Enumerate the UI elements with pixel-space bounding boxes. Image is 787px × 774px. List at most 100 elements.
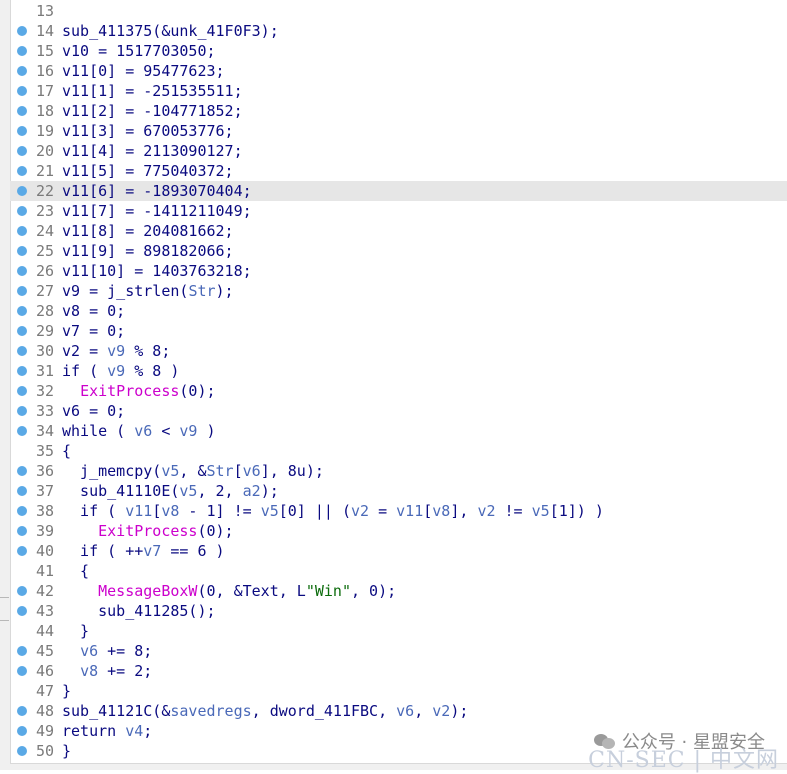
breakpoint-dot-icon[interactable] bbox=[17, 186, 27, 196]
code-line[interactable]: 44 } bbox=[10, 621, 787, 641]
breakpoint-dot-icon[interactable] bbox=[17, 286, 27, 296]
line-number: 41 bbox=[35, 562, 54, 580]
code-line[interactable]: 16 v11[0] = 95477623; bbox=[10, 61, 787, 81]
code-token: v11[8] = 204081662; bbox=[62, 222, 234, 240]
code-text: } bbox=[62, 741, 71, 761]
code-line[interactable]: 40 if ( ++v7 == 6 ) bbox=[10, 541, 787, 561]
breakpoint-dot-icon[interactable] bbox=[17, 366, 27, 376]
code-line[interactable]: 27 v9 = j_strlen(Str); bbox=[10, 281, 787, 301]
code-text: j_memcpy(v5, &Str[v6], 8u); bbox=[62, 461, 324, 481]
line-number: 39 bbox=[35, 522, 54, 540]
code-line[interactable]: 34 while ( v6 < v9 ) bbox=[10, 421, 787, 441]
code-line[interactable]: 26 v11[10] = 1403763218; bbox=[10, 261, 787, 281]
breakpoint-dot-icon[interactable] bbox=[17, 646, 27, 656]
breakpoint-dot-icon[interactable] bbox=[17, 306, 27, 316]
code-text: v10 = 1517703050; bbox=[62, 41, 216, 61]
code-line[interactable]: 32 ExitProcess(0); bbox=[10, 381, 787, 401]
breakpoint-dot-icon[interactable] bbox=[17, 26, 27, 36]
breakpoint-dot-icon[interactable] bbox=[17, 466, 27, 476]
code-line[interactable]: 46 v8 += 2; bbox=[10, 661, 787, 681]
code-text: v8 += 2; bbox=[62, 661, 152, 681]
breakpoint-dot-icon[interactable] bbox=[17, 226, 27, 236]
code-line[interactable]: 28 v8 = 0; bbox=[10, 301, 787, 321]
breakpoint-dot-icon[interactable] bbox=[17, 166, 27, 176]
code-text: } bbox=[62, 681, 71, 701]
code-line[interactable]: 18 v11[2] = -104771852; bbox=[10, 101, 787, 121]
code-token: Str bbox=[206, 462, 234, 480]
code-token: v9 bbox=[107, 362, 126, 380]
code-line[interactable]: 21 v11[5] = 775040372; bbox=[10, 161, 787, 181]
breakpoint-dot-icon[interactable] bbox=[17, 426, 27, 436]
breakpoint-dot-icon[interactable] bbox=[17, 46, 27, 56]
line-number: 46 bbox=[35, 662, 54, 680]
breakpoint-dot-icon[interactable] bbox=[17, 106, 27, 116]
splitter-mark bbox=[0, 620, 9, 621]
code-text: MessageBoxW(0, &Text, L"Win", 0); bbox=[62, 581, 396, 601]
code-line[interactable]: 35 { bbox=[10, 441, 787, 461]
breakpoint-dot-icon[interactable] bbox=[17, 326, 27, 336]
code-line[interactable]: 22 v11[6] = -1893070404; bbox=[10, 181, 787, 201]
breakpoint-dot-icon[interactable] bbox=[17, 346, 27, 356]
code-line[interactable]: 31 if ( v9 % 8 ) bbox=[10, 361, 787, 381]
breakpoint-dot-icon[interactable] bbox=[17, 746, 27, 756]
code-token: if ( bbox=[62, 362, 108, 380]
breakpoint-dot-icon[interactable] bbox=[17, 206, 27, 216]
code-line[interactable]: 15 v10 = 1517703050; bbox=[10, 41, 787, 61]
breakpoint-dot-icon[interactable] bbox=[17, 406, 27, 416]
breakpoint-dot-icon[interactable] bbox=[17, 486, 27, 496]
splitter-mark bbox=[0, 597, 9, 598]
code-text: v6 = 0; bbox=[62, 401, 125, 421]
code-line[interactable]: 17 v11[1] = -251535511; bbox=[10, 81, 787, 101]
breakpoint-dot-icon[interactable] bbox=[17, 86, 27, 96]
breakpoint-dot-icon[interactable] bbox=[17, 246, 27, 256]
code-line[interactable]: 47} bbox=[10, 681, 787, 701]
breakpoint-dot-icon[interactable] bbox=[17, 266, 27, 276]
code-line[interactable]: 33 v6 = 0; bbox=[10, 401, 787, 421]
breakpoint-dot-icon[interactable] bbox=[17, 666, 27, 676]
code-token: != bbox=[495, 502, 532, 520]
breakpoint-dot-icon[interactable] bbox=[17, 506, 27, 516]
breakpoint-dot-icon[interactable] bbox=[17, 66, 27, 76]
code-line[interactable]: 38 if ( v11[v8 - 1] != v5[0] || (v2 = v1… bbox=[10, 501, 787, 521]
code-line[interactable]: 23 v11[7] = -1411211049; bbox=[10, 201, 787, 221]
code-line[interactable]: 29 v7 = 0; bbox=[10, 321, 787, 341]
code-line[interactable]: 30 v2 = v9 % 8; bbox=[10, 341, 787, 361]
code-token: , 2, bbox=[197, 482, 243, 500]
code-line[interactable]: 45 v6 += 8; bbox=[10, 641, 787, 661]
code-line[interactable]: 20 v11[4] = 2113090127; bbox=[10, 141, 787, 161]
line-number: 31 bbox=[35, 362, 54, 380]
code-line[interactable]: 36 j_memcpy(v5, &Str[v6], 8u); bbox=[10, 461, 787, 481]
breakpoint-dot-icon[interactable] bbox=[17, 606, 27, 616]
code-line[interactable]: 41 { bbox=[10, 561, 787, 581]
breakpoint-dot-icon[interactable] bbox=[17, 546, 27, 556]
code-token: v11[4] = 2113090127; bbox=[62, 142, 243, 160]
code-line[interactable]: 19 v11[3] = 670053776; bbox=[10, 121, 787, 141]
pseudocode-view[interactable]: 13 14 sub_411375(&unk_41F0F3); 15 v10 = 1517… bbox=[10, 0, 787, 770]
code-line[interactable]: 24 v11[8] = 204081662; bbox=[10, 221, 787, 241]
code-token: [ bbox=[152, 502, 162, 520]
code-line[interactable]: 43 sub_411285(); bbox=[10, 601, 787, 621]
line-number: 26 bbox=[35, 262, 54, 280]
breakpoint-dot-icon[interactable] bbox=[17, 146, 27, 156]
breakpoint-dot-icon[interactable] bbox=[17, 526, 27, 536]
code-token: sub_41110E( bbox=[62, 482, 180, 500]
code-line[interactable]: 37 sub_41110E(v5, 2, a2); bbox=[10, 481, 787, 501]
code-token: v7 = 0; bbox=[62, 322, 126, 340]
code-line[interactable]: 13 bbox=[10, 1, 787, 21]
code-text: v6 += 8; bbox=[62, 641, 152, 661]
code-token: a2 bbox=[242, 482, 261, 500]
code-line[interactable]: 25 v11[9] = 898182066; bbox=[10, 241, 787, 261]
code-line[interactable]: 14 sub_411375(&unk_41F0F3); bbox=[10, 21, 787, 41]
breakpoint-dot-icon[interactable] bbox=[17, 126, 27, 136]
code-line[interactable]: 48 sub_41121C(&savedregs, dword_411FBC, v… bbox=[10, 701, 787, 721]
breakpoint-dot-icon[interactable] bbox=[17, 726, 27, 736]
code-token: ); bbox=[215, 282, 234, 300]
code-token: v2 bbox=[351, 502, 370, 520]
breakpoint-dot-icon[interactable] bbox=[17, 386, 27, 396]
breakpoint-dot-icon[interactable] bbox=[17, 586, 27, 596]
code-line[interactable]: 39 ExitProcess(0); bbox=[10, 521, 787, 541]
code-line[interactable]: 42 MessageBoxW(0, &Text, L"Win", 0); bbox=[10, 581, 787, 601]
breakpoint-dot-icon[interactable] bbox=[17, 706, 27, 716]
code-token: v11[1] = -251535511; bbox=[62, 82, 243, 100]
